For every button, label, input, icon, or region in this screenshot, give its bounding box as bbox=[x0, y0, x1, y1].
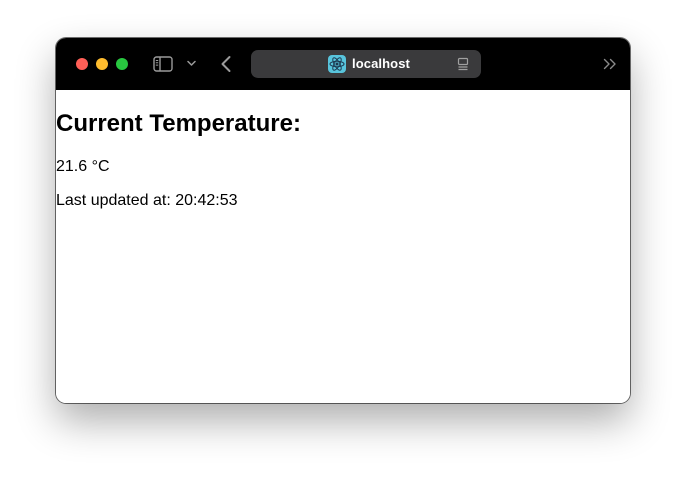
reader-icon[interactable] bbox=[457, 57, 469, 71]
page-title: Current Temperature: bbox=[56, 110, 301, 137]
address-bar[interactable]: localhost bbox=[251, 50, 481, 78]
minimize-window-button[interactable] bbox=[96, 58, 108, 70]
back-icon[interactable] bbox=[220, 55, 232, 73]
last-updated-time: 20:42:53 bbox=[175, 192, 238, 209]
overflow-icon[interactable] bbox=[603, 58, 617, 70]
sidebar-icon[interactable] bbox=[153, 56, 173, 72]
browser-window: localhost Current Temperature: 21.6 °C L… bbox=[56, 38, 630, 403]
close-window-button[interactable] bbox=[76, 58, 88, 70]
last-updated: Last updated at: 20:42:53 bbox=[56, 192, 238, 210]
browser-toolbar: localhost bbox=[56, 38, 630, 90]
chevron-down-icon[interactable] bbox=[187, 60, 196, 67]
temperature-value: 21.6 °C bbox=[56, 158, 110, 175]
page-content: Current Temperature: 21.6 °C Last update… bbox=[56, 90, 630, 403]
last-updated-label: Last updated at: bbox=[56, 192, 171, 209]
screenshot-stage: localhost Current Temperature: 21.6 °C L… bbox=[0, 0, 686, 477]
react-icon bbox=[328, 55, 346, 73]
zoom-window-button[interactable] bbox=[116, 58, 128, 70]
url-text: localhost bbox=[352, 56, 410, 71]
